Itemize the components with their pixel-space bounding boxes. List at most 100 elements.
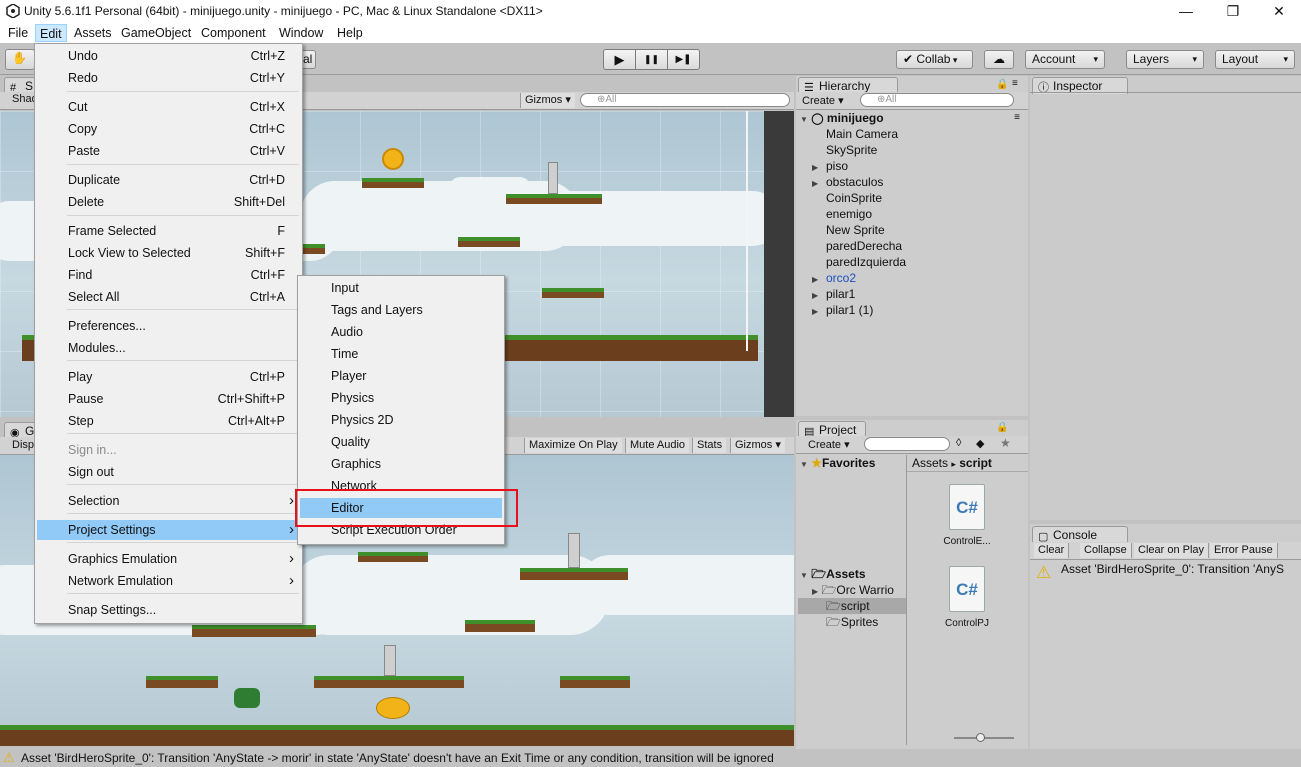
menu-item-sign-in[interactable]: Sign in... [37,440,302,460]
slider-thumb[interactable] [976,733,985,742]
file-controle-script[interactable]: C# ControlE... [936,484,998,550]
hierarchy-item[interactable]: paredIzquierda [812,254,906,270]
asset-folder-orc-warrior[interactable]: ▶ 🗁Orc Warrio [812,582,904,598]
scene-gizmos-dropdown[interactable]: Gizmos ▾ [520,93,575,108]
menu-item-select-all[interactable]: Select All Ctrl+A [37,287,302,307]
step-button[interactable]: ▶❚ [667,49,700,70]
layers-dropdown[interactable]: Layers ▾ [1126,50,1204,69]
hierarchy-item[interactable]: enemigo [812,206,872,222]
cloud-button[interactable]: ☁ [984,50,1014,69]
favorite-star-icon[interactable]: ★ [1000,436,1011,450]
console-collapse-button[interactable]: Collapse [1080,543,1132,558]
menu-item-project-settings[interactable]: Project Settings › [37,520,302,540]
menu-help[interactable]: Help [333,24,367,42]
project-search-input[interactable] [864,437,950,451]
minimize-icon[interactable]: — [1163,0,1209,22]
settings-item-time[interactable]: Time [300,344,502,364]
hierarchy-item[interactable]: ▶ pilar1 (1) [812,302,873,318]
menu-item-delete[interactable]: Delete Shift+Del [37,192,302,212]
menu-file[interactable]: File [4,24,32,42]
menu-item-network-emulation[interactable]: Network Emulation › [37,571,302,591]
menu-assets[interactable]: Assets [70,24,116,42]
breadcrumb-script[interactable]: script [959,456,992,470]
asset-folder-sprites[interactable]: 🗁Sprites [826,614,878,630]
menu-item-copy[interactable]: Copy Ctrl+C [37,119,302,139]
menu-item-pause[interactable]: Pause Ctrl+Shift+P [37,389,302,409]
menu-item-graphics-emulation[interactable]: Graphics Emulation › [37,549,302,569]
filter-label-icon[interactable]: ◆ [976,437,984,450]
menu-component[interactable]: Component [197,24,270,42]
menu-item-frame-selected[interactable]: Frame Selected F [37,221,302,241]
menu-window[interactable]: Window [275,24,327,42]
project-create-dropdown[interactable]: Create ▾ [808,438,850,451]
scene-search-input[interactable]: ⊕All [580,93,790,107]
close-icon[interactable]: ✕ [1256,0,1301,22]
hierarchy-item[interactable]: New Sprite [812,222,885,238]
expand-right-icon[interactable]: ▶ [812,304,826,320]
filter-type-icon[interactable]: ◊ [956,437,961,449]
menu-item-selection[interactable]: Selection › [37,491,302,511]
settings-item-physics-2d[interactable]: Physics 2D [300,410,502,430]
lock-icon[interactable]: 🔒 [996,422,1008,433]
hierarchy-item[interactable]: Main Camera [812,126,898,142]
file-controlpj-script[interactable]: C# ControlPJ [936,566,998,632]
pause-button[interactable]: ❚❚ [635,49,668,70]
favorites-header[interactable]: ▼ ★Favorites [800,455,875,471]
menu-item-preferences[interactable]: Preferences... [37,316,302,336]
menu-item-undo[interactable]: Undo Ctrl+Z [37,46,302,66]
scene-options-icon[interactable]: ≡ [1014,110,1020,126]
status-message[interactable]: Asset 'BirdHeroSprite_0': Transition 'An… [21,749,774,767]
hierarchy-search-input[interactable]: ⊕All [860,93,1014,107]
menu-item-sign-out[interactable]: Sign out [37,462,302,482]
menu-item-lock-view-to-selected[interactable]: Lock View to Selected Shift+F [37,243,302,263]
settings-item-physics[interactable]: Physics [300,388,502,408]
menu-item-snap-settings[interactable]: Snap Settings... [37,600,302,620]
menu-item-cut[interactable]: Cut Ctrl+X [37,97,302,117]
hierarchy-create-dropdown[interactable]: Create ▾ [802,94,844,107]
hierarchy-item[interactable]: SkySprite [812,142,877,158]
settings-item-graphics[interactable]: Graphics [300,454,502,474]
settings-item-tags-and-layers[interactable]: Tags and Layers [300,300,502,320]
settings-item-audio[interactable]: Audio [300,322,502,342]
menu-item-duplicate[interactable]: Duplicate Ctrl+D [37,170,302,190]
game-gizmos-dropdown[interactable]: Gizmos ▾ [730,438,785,453]
hierarchy-item[interactable]: ▶ obstaculos [812,174,883,190]
menu-item-paste[interactable]: Paste Ctrl+V [37,141,302,161]
hierarchy-item[interactable]: ▶ pilar1 [812,286,855,302]
layout-dropdown[interactable]: Layout ▾ [1215,50,1295,69]
hierarchy-item[interactable]: ▶ piso [812,158,848,174]
tab-console[interactable]: ▢ Console [1032,526,1128,543]
play-button[interactable]: ▶ [603,49,636,70]
menu-gameobject[interactable]: GameObject [117,24,195,42]
stats-toggle[interactable]: Stats [692,438,727,453]
mute-audio-toggle[interactable]: Mute Audio [625,438,690,453]
lock-icon[interactable]: 🔒 [996,79,1008,90]
settings-item-player[interactable]: Player [300,366,502,386]
hierarchy-item[interactable]: CoinSprite [812,190,882,206]
console-clear-on-play-toggle[interactable]: Clear on Play [1134,543,1210,558]
collab-button[interactable]: ✔ Collab ▾ [896,50,973,69]
account-dropdown[interactable]: Account ▾ [1025,50,1105,69]
hierarchy-item[interactable]: ▶ orco2 [812,270,856,286]
breadcrumb-assets[interactable]: Assets [912,456,948,470]
menu-item-redo[interactable]: Redo Ctrl+Y [37,68,302,88]
hand-tool-button[interactable]: ✋ [5,49,35,70]
console-log-entry[interactable]: ⚠ Asset 'BirdHeroSprite_0': Transition '… [1034,562,1299,584]
hierarchy-scene-root[interactable]: ▼ ◯ minijuego ≡ [800,110,1026,126]
console-clear-button[interactable]: Clear [1034,543,1070,558]
hierarchy-item[interactable]: paredDerecha [812,238,902,254]
assets-header[interactable]: ▼ 🗁Assets [800,566,866,582]
maximize-on-play-toggle[interactable]: Maximize On Play [524,438,622,453]
menu-item-modules[interactable]: Modules... [37,338,302,358]
menu-item-step[interactable]: Step Ctrl+Alt+P [37,411,302,431]
asset-folder-script[interactable]: 🗁script [798,598,906,614]
panel-menu-icon[interactable]: ≡ [1012,78,1018,89]
icon-size-slider[interactable] [954,733,1014,742]
menu-item-play[interactable]: Play Ctrl+P [37,367,302,387]
display-dropdown[interactable]: Disp [12,439,34,451]
maximize-icon[interactable]: ❐ [1210,0,1256,22]
console-error-pause-toggle[interactable]: Error Pause [1210,543,1278,558]
menu-item-find[interactable]: Find Ctrl+F [37,265,302,285]
settings-item-input[interactable]: Input [300,278,502,298]
menu-edit[interactable]: Edit [35,24,67,42]
